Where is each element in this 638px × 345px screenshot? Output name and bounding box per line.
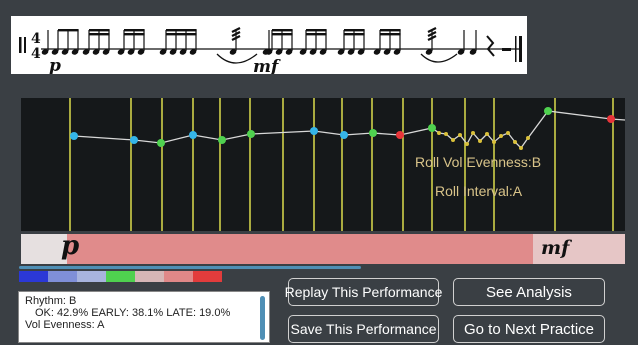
half-rest: [502, 48, 511, 51]
score-notation: 4 4 p mf: [19, 27, 522, 74]
note-beam: [58, 29, 79, 32]
roll-hit-point: [471, 131, 475, 135]
legend-swatch: [77, 271, 106, 282]
hit-point: [340, 131, 348, 139]
rhythm-grade: Rhythm: B: [25, 295, 77, 307]
color-legend: [19, 271, 222, 282]
dynamic-mezzo-forte: mf: [253, 57, 281, 74]
note-beam: [344, 29, 365, 32]
roll-hit-point: [478, 139, 482, 143]
dynamics-end-marking: mf: [541, 237, 570, 259]
note-beam: [124, 29, 145, 32]
save-performance-button[interactable]: Save This Performance: [288, 315, 439, 343]
note-beam: [272, 29, 293, 32]
legend-swatch: [135, 271, 164, 282]
legend-swatch: [48, 271, 77, 282]
volume-curve: [73, 110, 625, 150]
roll-hit-point: [519, 146, 523, 150]
hit-point: [189, 131, 197, 139]
legend-swatch: [19, 271, 48, 282]
note-beam: [124, 33, 145, 36]
playback-progress-bar[interactable]: [19, 266, 361, 269]
start-bar-thin: [24, 37, 26, 53]
quarter-rest: [486, 35, 495, 57]
tie-2: [420, 53, 458, 63]
time-signature-numerator: 4: [31, 31, 41, 47]
note-beam: [89, 29, 110, 32]
hit-point: [369, 129, 377, 137]
timing-graph: Roll Vol Evenness:B Roll Interval:A: [21, 98, 625, 231]
roll-hit-point: [492, 140, 496, 144]
roll-hit-point: [458, 133, 462, 137]
note-beam: [306, 33, 327, 36]
hit-point: [428, 124, 436, 132]
summary-scrollbar[interactable]: [260, 296, 265, 340]
hit-point: [157, 139, 165, 147]
dynamics-bar: p mf: [21, 231, 625, 264]
start-bar-thick: [19, 37, 22, 53]
dynamics-start-marking: p: [61, 231, 80, 261]
notes-group: [41, 27, 477, 55]
roll-hit-point: [513, 140, 517, 144]
hit-point: [310, 127, 318, 135]
legend-swatch: [164, 271, 193, 282]
note-beam: [306, 29, 327, 32]
hit-point: [218, 136, 226, 144]
timing-breakdown: OK: 42.9% EARLY: 38.1% LATE: 19.0%: [35, 307, 231, 319]
legend-swatch: [193, 271, 222, 282]
hit-point: [396, 131, 404, 139]
volume-evenness-grade: Vol Evenness: A: [25, 319, 105, 331]
see-analysis-button[interactable]: See Analysis: [453, 278, 605, 306]
dynamic-piano: p: [49, 56, 61, 74]
end-bar-thick: [519, 36, 522, 62]
roll-hit-point: [451, 138, 455, 142]
hit-point: [70, 132, 78, 140]
next-practice-button[interactable]: Go to Next Practice: [453, 315, 605, 343]
practice-result-screen: 4 4 p mf Roll Vol Evenness:B Roll Interv…: [0, 0, 638, 345]
note-beam: [166, 29, 197, 32]
roll-evenness-label: Roll Vol Evenness:B: [415, 154, 542, 170]
hit-point: [130, 136, 138, 144]
time-signature-denominator: 4: [31, 46, 41, 62]
hit-point: [607, 115, 615, 123]
legend-swatch: [106, 271, 135, 282]
roll-hit-point: [485, 132, 489, 136]
result-summary-box[interactable]: Rhythm: B OK: 42.9% EARLY: 38.1% LATE: 1…: [18, 291, 270, 343]
note-beam: [380, 29, 401, 32]
hit-point: [247, 130, 255, 138]
note-beam: [89, 33, 110, 36]
note-beam: [272, 33, 293, 36]
roll-hit-point: [444, 132, 448, 136]
note-beam: [380, 33, 401, 36]
roll-hit-point: [506, 131, 510, 135]
roll-hit-point: [526, 136, 530, 140]
note-beam: [166, 33, 197, 36]
roll-interval-label: Roll Interval:A: [435, 183, 523, 199]
music-score: 4 4 p mf: [11, 16, 527, 74]
hit-point: [544, 107, 552, 115]
tie-1: [216, 53, 258, 64]
replay-performance-button[interactable]: Replay This Performance: [285, 278, 442, 306]
end-bar-thin: [515, 36, 517, 62]
note-beam: [344, 33, 365, 36]
roll-hit-point: [437, 131, 441, 135]
roll-hit-point: [499, 134, 503, 138]
roll-hit-point: [465, 142, 469, 146]
